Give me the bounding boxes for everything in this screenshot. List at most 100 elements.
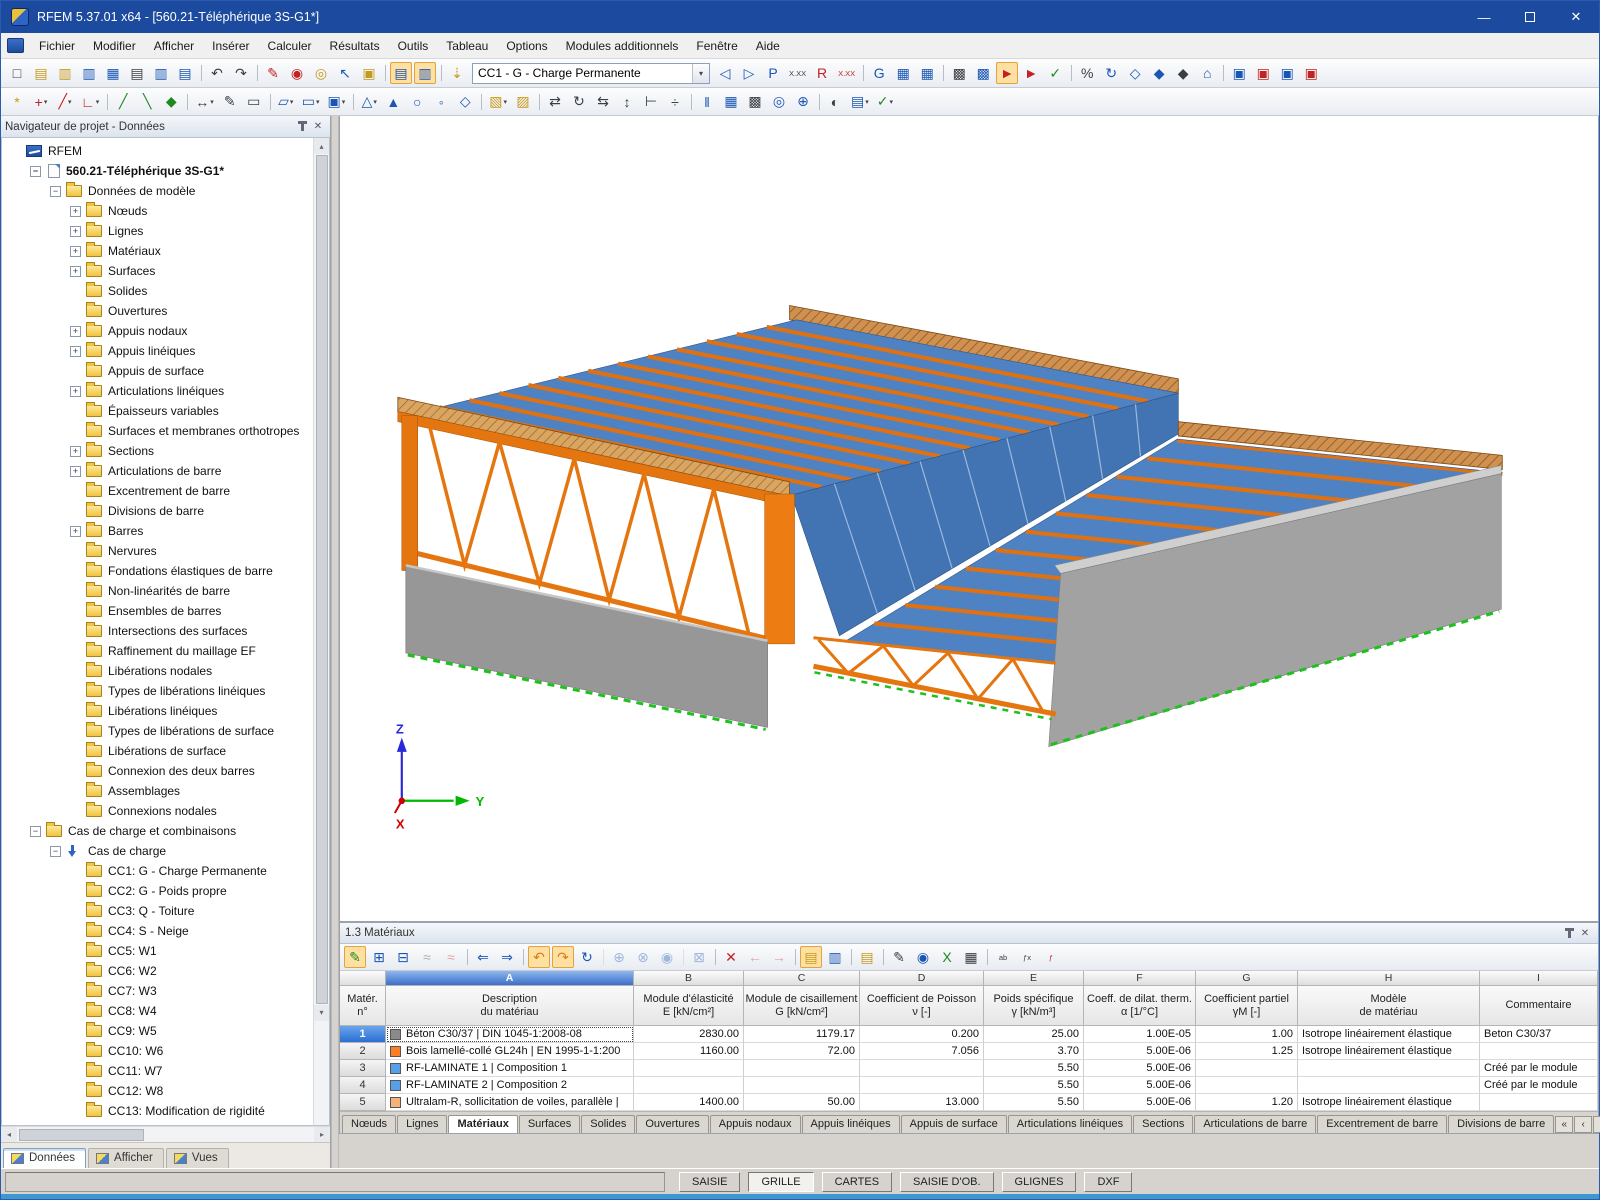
pin-icon[interactable] [294,119,310,134]
tree-expander[interactable]: + [70,526,81,537]
tree-item[interactable]: Intersections des surfaces [2,621,313,641]
shear-modulus-cell[interactable] [744,1077,860,1094]
copy-clipboard-icon[interactable]: ▤ [126,62,148,84]
scroll-down-icon[interactable]: ▾ [314,1005,329,1021]
thermal-coeff-cell[interactable]: 5.00E-06 [1084,1077,1196,1094]
visual-objects-icon[interactable]: ▤ [848,91,872,113]
vertical-splitter[interactable] [331,116,339,1168]
table-filter-icon[interactable]: ▤ [800,946,822,968]
edit-layers-icon[interactable]: ▭ [243,91,265,113]
fe-mesh-icon[interactable]: ▩ [948,62,970,84]
tree-expander[interactable]: + [70,466,81,477]
tab-nav-arrow-icon[interactable]: « [1555,1116,1573,1133]
color-picker-icon[interactable]: ✎ [888,946,910,968]
tree-expander[interactable]: + [70,226,81,237]
tree-vertical-scrollbar[interactable]: ▴ ▾ [313,138,329,1125]
table-tab[interactable]: Articulations de barre [1194,1115,1316,1133]
column-header[interactable]: Matér. n° [340,986,386,1026]
new-node-icon[interactable]: + [30,91,52,113]
open-project-icon[interactable]: ▤ [30,62,52,84]
tree-item[interactable]: CC4: S - Neige [2,921,313,941]
specific-weight-cell[interactable]: 25.00 [984,1026,1084,1043]
elasticity-cell[interactable] [634,1077,744,1094]
tree-item[interactable]: + Matériaux [2,241,313,261]
thermal-coeff-cell[interactable]: 5.00E-06 [1084,1094,1196,1111]
view-z-icon[interactable]: ◆ [1172,62,1194,84]
show-result-values-icon[interactable]: X.XX [835,62,858,84]
jump-last-icon[interactable]: ⇒ [496,946,518,968]
mirror-copy-icon[interactable]: ⇆ [592,91,614,113]
dropdown-caret-icon[interactable]: ▾ [692,64,709,83]
partial-factor-cell[interactable] [1196,1077,1298,1094]
elasticity-cell[interactable]: 1160.00 [634,1043,744,1060]
result-diagram-icon[interactable]: ≈ [416,946,438,968]
undo-icon[interactable]: ↶ [206,62,228,84]
material-model-cell[interactable]: Isotrope linéairement élastique [1298,1043,1480,1060]
load-generator-icon[interactable]: G [868,62,890,84]
status-toggle-button[interactable]: CARTES [822,1172,892,1192]
close-icon[interactable]: ✕ [310,119,326,134]
table-tab[interactable]: Lignes [397,1115,447,1133]
new-member-icon[interactable]: ╱ [112,91,134,113]
table-tab[interactable]: Excentrement de barre [1317,1115,1447,1133]
table-undo-icon[interactable]: ↶ [528,946,550,968]
table-tab[interactable]: Sections [1133,1115,1193,1133]
redo-icon[interactable]: ↷ [230,62,252,84]
remove-formula-icon[interactable]: ƒ [1040,946,1062,968]
new-nodal-support-icon[interactable]: △ [358,91,380,113]
check-model-icon[interactable]: ✓ [1044,62,1066,84]
menu-item[interactable]: Résultats [321,35,389,57]
perspective-icon[interactable]: ⌂ [1196,62,1218,84]
panel-project-icon[interactable]: ▣ [1228,62,1250,84]
scroll-right-icon[interactable]: ▸ [314,1127,330,1142]
tree-item[interactable]: Assemblages [2,781,313,801]
tree-item[interactable]: Fondations élastiques de barre [2,561,313,581]
menu-item[interactable]: Tableau [437,35,497,57]
comment-cell[interactable]: Beton C30/37 [1480,1026,1598,1043]
tree-item[interactable]: + Nœuds [2,201,313,221]
scroll-left-icon[interactable]: ◂ [1,1127,17,1142]
guideline-icon[interactable]: ‖ [696,91,718,113]
formula-icon[interactable]: ƒx [1016,946,1038,968]
tree-item[interactable]: Appuis de surface [2,361,313,381]
table-tab[interactable]: Solides [581,1115,635,1133]
pick-object-icon[interactable]: ↖ [334,62,356,84]
delete-contents-icon[interactable]: ✕ [720,946,742,968]
new-dimension-icon[interactable]: ↔ [192,91,217,113]
status-toggle-button[interactable]: SAISIE [679,1172,740,1192]
menu-item[interactable]: Modules additionnels [557,35,688,57]
new-surface-icon[interactable]: ▱ [275,91,297,113]
table-notes-icon[interactable]: ▤ [856,946,878,968]
table-edit-mode-icon[interactable]: ✎ [344,946,366,968]
table-row[interactable]: 4 RF-LAMINATE 2 | Composition 2 5.50 5.0… [340,1077,1598,1094]
status-toggle-button[interactable]: GLIGNES [1002,1172,1077,1192]
material-model-cell[interactable] [1298,1077,1480,1094]
status-toggle-button[interactable]: DXF [1084,1172,1132,1192]
tree-item[interactable]: Ensembles de barres [2,601,313,621]
thermal-coeff-cell[interactable]: 1.00E-05 [1084,1026,1196,1043]
menu-item[interactable]: Modifier [84,35,145,57]
material-description-cell[interactable]: RF-LAMINATE 2 | Composition 2 [386,1077,634,1094]
panel-views-icon[interactable]: ▣ [1276,62,1298,84]
superposition-icon[interactable]: ▦ [916,62,938,84]
tree-item[interactable]: − 560.21-Téléphérique 3S-G1* [2,161,313,181]
delete-row-icon[interactable]: ⊟ [392,946,414,968]
elasticity-cell[interactable]: 2830.00 [634,1026,744,1043]
export-excel-icon[interactable]: X [936,946,958,968]
load-case-selector[interactable]: CC1 - G - Charge Permanente ▾ [472,63,710,84]
table-row[interactable]: 3 RF-LAMINATE 1 | Composition 1 5.50 5.0… [340,1060,1598,1077]
shear-modulus-cell[interactable]: 1179.17 [744,1026,860,1043]
previous-load-case-icon[interactable]: ◁ [714,62,736,84]
clear-selection-icon[interactable]: ⊠ [688,946,710,968]
tree-expander[interactable]: + [70,446,81,457]
tree-item[interactable]: + Barres [2,521,313,541]
poisson-cell[interactable] [860,1060,984,1077]
tree-item[interactable]: Connexion des deux barres [2,761,313,781]
poisson-cell[interactable]: 0.200 [860,1026,984,1043]
scrollbar-thumb[interactable] [19,1129,144,1141]
column-header[interactable]: Commentaire [1480,986,1598,1026]
tree-item[interactable]: Connexions nodales [2,801,313,821]
show-results-icon[interactable]: R [811,62,833,84]
new-comment-icon[interactable]: ✎ [219,91,241,113]
tree-item[interactable]: − Cas de charge [2,841,313,861]
